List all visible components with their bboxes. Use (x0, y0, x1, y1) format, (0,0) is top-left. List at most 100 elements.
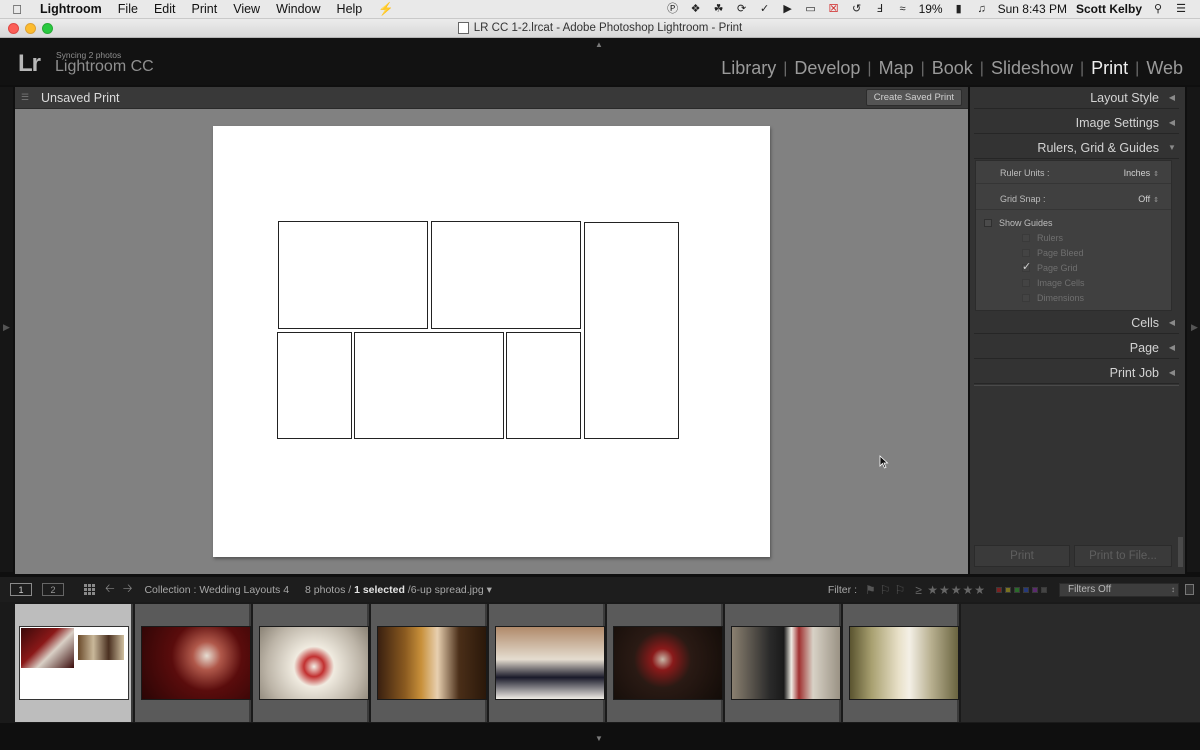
panel-rulers-grid-guides[interactable]: Rulers, Grid & Guides ▼ (974, 137, 1179, 159)
image-cell[interactable] (354, 332, 504, 439)
collapse-triangle-icon[interactable]: ◀ (1165, 318, 1179, 327)
rating-filter[interactable]: ≥ ★★★★★ (915, 583, 986, 597)
volume-icon[interactable]: ♫ (975, 3, 989, 16)
time-machine-icon[interactable]: ↺ (850, 3, 864, 16)
print-page[interactable] (213, 126, 770, 557)
show-guides-checkbox[interactable] (984, 219, 992, 227)
sync-icon[interactable]: ⟳ (735, 3, 749, 16)
filmstrip-frame-selected[interactable] (15, 604, 133, 722)
main-window-button[interactable]: 1 (10, 583, 32, 596)
flag-icon[interactable]: ⚐ (880, 583, 891, 597)
filmstrip-frame[interactable] (725, 604, 841, 722)
panel-layout-style[interactable]: Layout Style ◀ (974, 87, 1179, 109)
page-bleed-checkbox[interactable] (1022, 249, 1030, 257)
image-cell[interactable] (277, 332, 352, 439)
red-label-chip[interactable] (996, 586, 1002, 593)
check-icon[interactable]: ✓ (758, 3, 772, 16)
filmstrip-frame[interactable] (607, 604, 723, 722)
spotlight-search-icon[interactable]: ⚲ (1151, 3, 1165, 16)
lock-icon[interactable] (1185, 584, 1194, 595)
page-grid-checkbox[interactable] (1022, 260, 1031, 273)
right-panel-toggle-icon[interactable]: ▶ (1191, 322, 1198, 333)
dropbox-icon[interactable]: ❖ (689, 3, 703, 16)
module-web[interactable]: Web (1139, 58, 1190, 79)
filmstrip-toggle-icon[interactable]: ▼ (595, 734, 603, 743)
flag-icon[interactable]: ⚑ (865, 583, 876, 597)
onepassword-icon[interactable]: Ⓟ (666, 3, 680, 16)
apple-menu-icon[interactable]:  (0, 2, 34, 17)
panel-page[interactable]: Page ◀ (974, 337, 1179, 359)
filters-off-select[interactable]: Filters Off (1059, 582, 1179, 597)
bolt-icon[interactable]: ⚡ (372, 2, 404, 17)
flag-icon[interactable]: ⚐ (895, 583, 906, 597)
ruler-units-select[interactable]: Inches ⇕ (1124, 168, 1159, 178)
photo-count[interactable]: 8 photos / 1 selected /6-up spread.jpg ▾ (305, 584, 492, 596)
filmstrip-frame[interactable] (371, 604, 487, 722)
top-panel-toggle-icon[interactable]: ▲ (595, 40, 603, 49)
thumbnail-couple-balustrade[interactable] (731, 626, 841, 700)
menu-window[interactable]: Window (270, 2, 330, 16)
image-cell[interactable] (431, 221, 581, 329)
print-button[interactable]: Print (974, 545, 1070, 567)
thumbnail-bridesmaids[interactable] (495, 626, 605, 700)
collapse-triangle-icon[interactable]: ◀ (1165, 368, 1179, 377)
image-cell[interactable] (278, 221, 428, 329)
blue-label-chip[interactable] (1023, 586, 1029, 593)
panel-print-job[interactable]: Print Job ◀ (974, 362, 1179, 384)
thumbnail-spread-layout[interactable] (19, 626, 129, 700)
window-zoom-button[interactable] (42, 23, 53, 34)
airplay-icon[interactable]: ▭ (804, 3, 818, 16)
filmstrip-frame[interactable] (135, 604, 251, 722)
right-panel-edge[interactable]: ▶ (1187, 87, 1200, 572)
module-slideshow[interactable]: Slideshow (984, 58, 1080, 79)
panel-image-settings[interactable]: Image Settings ◀ (974, 112, 1179, 134)
secondary-window-button[interactable]: 2 (42, 583, 64, 596)
thumbnail-bride-curtain[interactable] (377, 626, 487, 700)
menu-edit[interactable]: Edit (148, 2, 186, 16)
create-saved-print-button[interactable]: Create Saved Print (865, 89, 962, 106)
wifi-icon[interactable]: ≈ (896, 3, 910, 16)
filmstrip-frame[interactable] (843, 604, 959, 722)
dimensions-checkbox[interactable] (1022, 294, 1030, 302)
thumbnail-bride-white-bouquet[interactable] (259, 626, 369, 700)
clock[interactable]: Sun 8:43 PM (998, 2, 1067, 16)
yellow-label-chip[interactable] (1005, 586, 1011, 593)
module-print[interactable]: Print (1084, 58, 1135, 79)
bluetooth-icon[interactable]: Ⅎ (873, 3, 887, 16)
module-develop[interactable]: Develop (787, 58, 867, 79)
thumbnail-bride-window[interactable] (849, 626, 959, 700)
thumbnail-bride-red-stairs[interactable] (141, 626, 251, 700)
module-map[interactable]: Map (872, 58, 921, 79)
module-book[interactable]: Book (925, 58, 980, 79)
collapse-icon[interactable]: ☰ (15, 92, 35, 103)
rulers-checkbox[interactable] (1022, 234, 1030, 242)
left-panel-toggle-icon[interactable]: ▶ (3, 322, 10, 333)
menu-print[interactable]: Print (186, 2, 228, 16)
menu-help[interactable]: Help (331, 2, 373, 16)
menu-app-name[interactable]: Lightroom (34, 2, 112, 16)
image-cells-checkbox[interactable] (1022, 279, 1030, 287)
panel-scrollbar[interactable] (1178, 537, 1183, 567)
collection-source[interactable]: Collection : Wedding Layouts 4 (144, 584, 289, 596)
expand-triangle-icon[interactable]: ▼ (1165, 143, 1179, 152)
notification-list-icon[interactable]: ☰ (1174, 3, 1188, 16)
filmstrip-frame[interactable] (253, 604, 369, 722)
green-label-chip[interactable] (1014, 586, 1020, 593)
grid-view-icon[interactable] (84, 583, 97, 596)
back-arrow-icon[interactable]: 🡠 (105, 579, 115, 600)
window-minimize-button[interactable] (25, 23, 36, 34)
user-name[interactable]: Scott Kelby (1076, 2, 1142, 16)
image-cell[interactable] (584, 222, 679, 439)
collapse-triangle-icon[interactable]: ◀ (1165, 93, 1179, 102)
no-label-chip[interactable] (1041, 586, 1047, 593)
grid-snap-select[interactable]: Off ⇕ (1138, 194, 1159, 204)
print-to-file-button[interactable]: Print to File... (1074, 545, 1172, 567)
collapse-triangle-icon[interactable]: ◀ (1165, 118, 1179, 127)
collapse-triangle-icon[interactable]: ◀ (1165, 343, 1179, 352)
panel-cells[interactable]: Cells ◀ (974, 312, 1179, 334)
filmstrip-frame[interactable] (489, 604, 605, 722)
left-panel-collapsed[interactable]: ▶ (0, 87, 13, 572)
battery-icon[interactable]: ▮ (952, 3, 966, 16)
evernote-icon[interactable]: ☘ (712, 3, 726, 16)
window-close-button[interactable] (8, 23, 19, 34)
